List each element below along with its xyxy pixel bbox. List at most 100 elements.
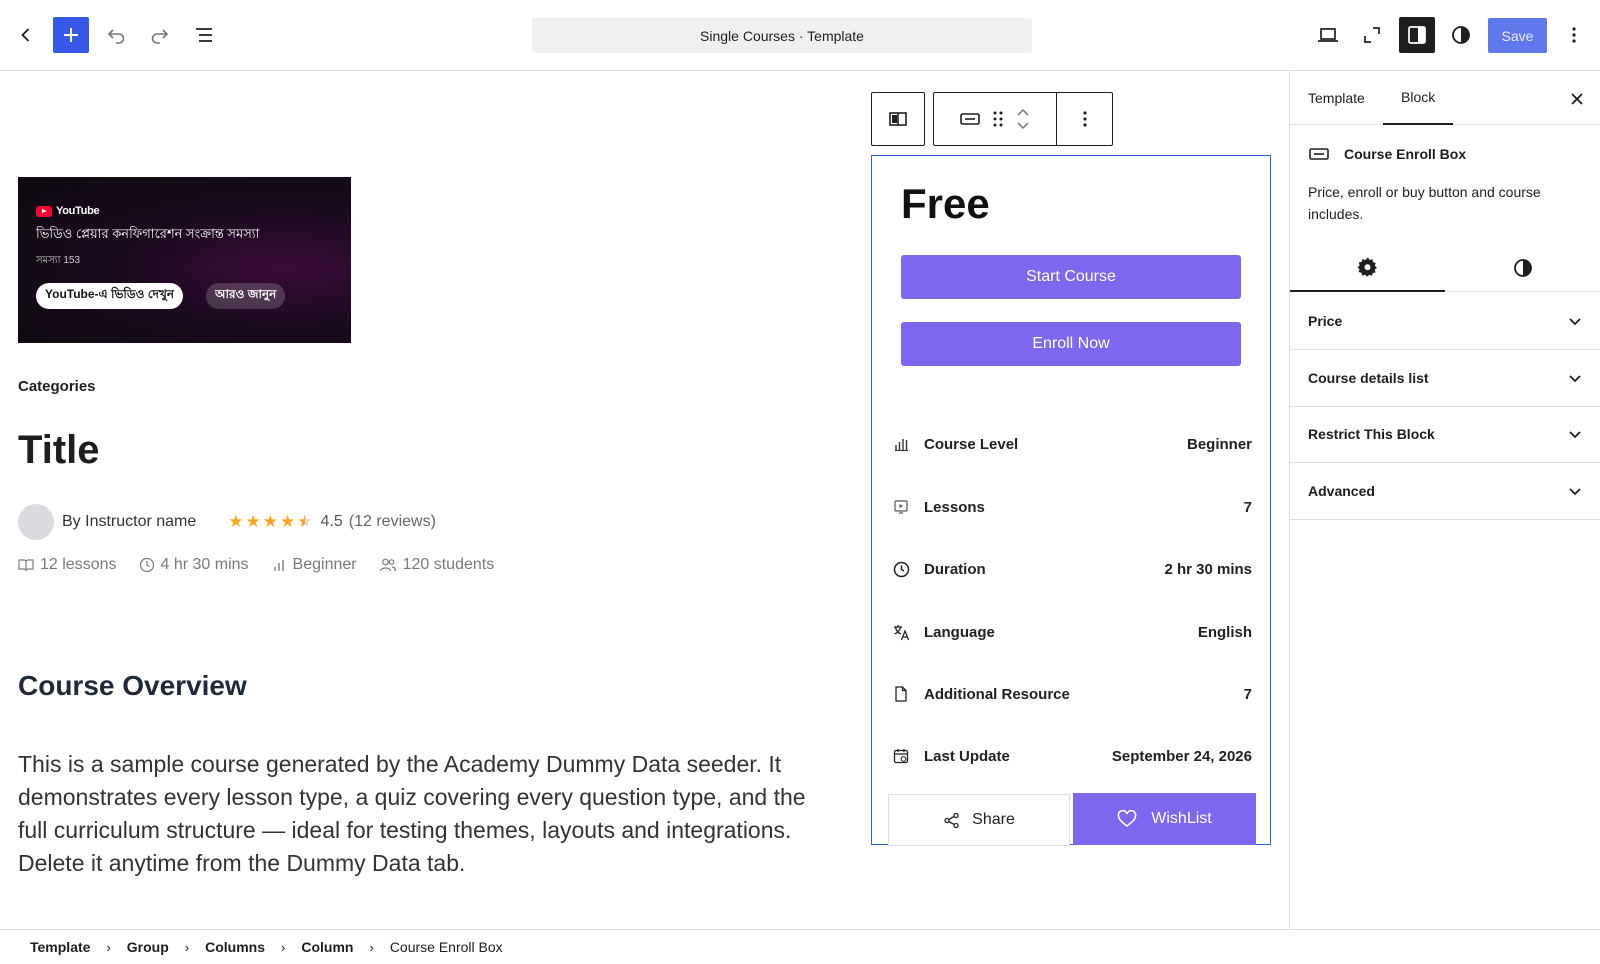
watch-on-youtube-button[interactable]: YouTube-এ ভিডিও দেখুন	[36, 283, 184, 309]
settings-sidebar-toggle[interactable]	[1399, 17, 1435, 53]
detail-label: Additional Resource	[924, 685, 1070, 703]
more-vertical-icon	[1572, 27, 1576, 43]
close-icon	[1571, 93, 1583, 105]
meta-lessons: 12 lessons	[18, 556, 117, 574]
breadcrumb-group[interactable]: Group	[127, 939, 169, 955]
block-options-button[interactable]	[1057, 93, 1112, 145]
options-menu-button[interactable]	[1560, 17, 1588, 53]
instructor-name[interactable]: By Instructor name	[62, 513, 196, 531]
document-overview-button[interactable]	[186, 17, 222, 53]
detail-label: Duration	[924, 560, 986, 578]
preview-device-button[interactable]	[1310, 17, 1346, 53]
users-icon	[379, 558, 396, 572]
breadcrumb-template[interactable]: Template	[30, 939, 90, 955]
columns-icon	[889, 112, 907, 126]
block-inspector-tabs	[1290, 244, 1600, 292]
share-button[interactable]: Share	[888, 794, 1070, 846]
detail-label: Lessons	[924, 498, 985, 516]
chevron-down-icon	[1569, 318, 1581, 326]
undo-button[interactable]	[98, 17, 134, 53]
contrast-icon	[1513, 259, 1532, 277]
course-title[interactable]: Title	[18, 428, 100, 473]
document-title: Single Courses · Template	[700, 27, 864, 44]
meta-level-text: Beginner	[292, 556, 357, 573]
panel-title: Advanced	[1308, 483, 1375, 499]
book-icon	[18, 559, 34, 572]
meta-students-text: 120 students	[402, 556, 495, 573]
course-overview-heading[interactable]: Course Overview	[18, 670, 247, 702]
enroll-box-block-icon	[1309, 148, 1329, 160]
detail-label: Language	[924, 623, 995, 641]
chevron-right-icon: ›	[369, 939, 374, 955]
tab-block[interactable]: Block	[1383, 71, 1454, 125]
translate-icon	[892, 623, 910, 641]
panel-restrict-this-block[interactable]: Restrict This Block	[1290, 406, 1600, 463]
instructor-avatar	[18, 504, 54, 540]
block-description: Price, enroll or buy button and course i…	[1308, 184, 1541, 222]
move-down-icon[interactable]	[1015, 121, 1031, 131]
panel-course-details-list[interactable]: Course details list	[1290, 350, 1600, 407]
tab-styles[interactable]	[1445, 244, 1600, 292]
course-categories[interactable]: Categories	[18, 378, 96, 395]
sidebar-tabs: Template Block	[1290, 71, 1600, 125]
share-label: Share	[972, 811, 1015, 828]
redo-button[interactable]	[142, 17, 178, 53]
sidebar-icon	[1408, 26, 1426, 44]
list-view-icon	[196, 28, 212, 42]
meta-students: 120 students	[379, 556, 495, 574]
level-bars-icon	[892, 435, 910, 453]
meta-duration-text: 4 hr 30 mins	[160, 556, 249, 573]
block-mover-group	[934, 93, 1057, 145]
course-video-embed[interactable]: YouTube ভিডিও প্লেয়ার কনফিগারেশন সংক্রা…	[18, 177, 351, 343]
learn-more-button[interactable]: আরও জানুন	[206, 283, 286, 309]
course-enroll-box[interactable]: Free Start Course Enroll Now Course Leve…	[871, 155, 1271, 846]
block-toolbar	[933, 92, 1113, 146]
move-up-icon[interactable]	[1015, 107, 1031, 117]
undo-icon	[107, 29, 125, 44]
panel-price[interactable]: Price	[1290, 293, 1600, 350]
close-sidebar-button[interactable]	[1565, 87, 1589, 111]
youtube-logo: YouTube	[36, 205, 100, 217]
meta-lessons-text: 12 lessons	[40, 556, 117, 573]
add-block-button[interactable]	[53, 17, 89, 53]
rating-stars: ★ ★ ★ ★ ★★	[228, 512, 312, 532]
detail-additional-resource: Additional Resource 7	[892, 679, 1252, 709]
chevron-down-icon	[1569, 375, 1581, 383]
start-course-button[interactable]: Start Course	[901, 255, 1241, 299]
enroll-now-button[interactable]: Enroll Now	[901, 322, 1241, 366]
tab-template[interactable]: Template	[1290, 71, 1383, 125]
file-icon	[892, 685, 910, 703]
enroll-box-block-icon[interactable]	[959, 108, 981, 130]
styles-button[interactable]	[1443, 17, 1479, 53]
detail-value: 2 hr 30 mins	[1164, 560, 1252, 578]
save-button[interactable]: Save	[1488, 18, 1547, 53]
settings-sidebar: Template Block Course Enroll Box Price, …	[1289, 71, 1600, 929]
chevron-left-icon	[21, 28, 30, 42]
star-icon: ★	[228, 512, 244, 531]
breadcrumb-course-enroll-box: Course Enroll Box	[389, 939, 503, 955]
course-overview-text[interactable]: This is a sample course generated by the…	[18, 748, 830, 880]
meta-level: Beginner	[271, 556, 357, 574]
breadcrumb-column[interactable]: Column	[301, 939, 353, 955]
parent-block-toolbar	[871, 92, 925, 146]
clock-icon	[892, 560, 910, 578]
editor-top-bar: Single Courses · Template Save	[0, 0, 1600, 71]
wishlist-button[interactable]: WishList	[1073, 793, 1256, 845]
back-button[interactable]	[8, 17, 44, 53]
contrast-icon	[1452, 26, 1470, 44]
panel-advanced[interactable]: Advanced	[1290, 463, 1600, 520]
select-parent-button[interactable]	[872, 93, 924, 145]
breadcrumb-columns[interactable]: Columns	[205, 939, 265, 955]
heart-icon	[1117, 810, 1137, 828]
fullscreen-button[interactable]	[1354, 17, 1390, 53]
document-title-bar[interactable]: Single Courses · Template	[532, 18, 1032, 53]
detail-course-level: Course Level Beginner	[892, 429, 1252, 459]
tab-settings[interactable]	[1290, 244, 1445, 292]
expand-icon	[1364, 27, 1380, 43]
lesson-play-icon	[892, 498, 910, 516]
more-vertical-icon	[1082, 111, 1087, 127]
detail-value: English	[1197, 623, 1252, 641]
star-icon: ★	[245, 512, 261, 531]
drag-handle-icon[interactable]	[991, 108, 1005, 130]
panel-title: Course details list	[1308, 370, 1429, 386]
